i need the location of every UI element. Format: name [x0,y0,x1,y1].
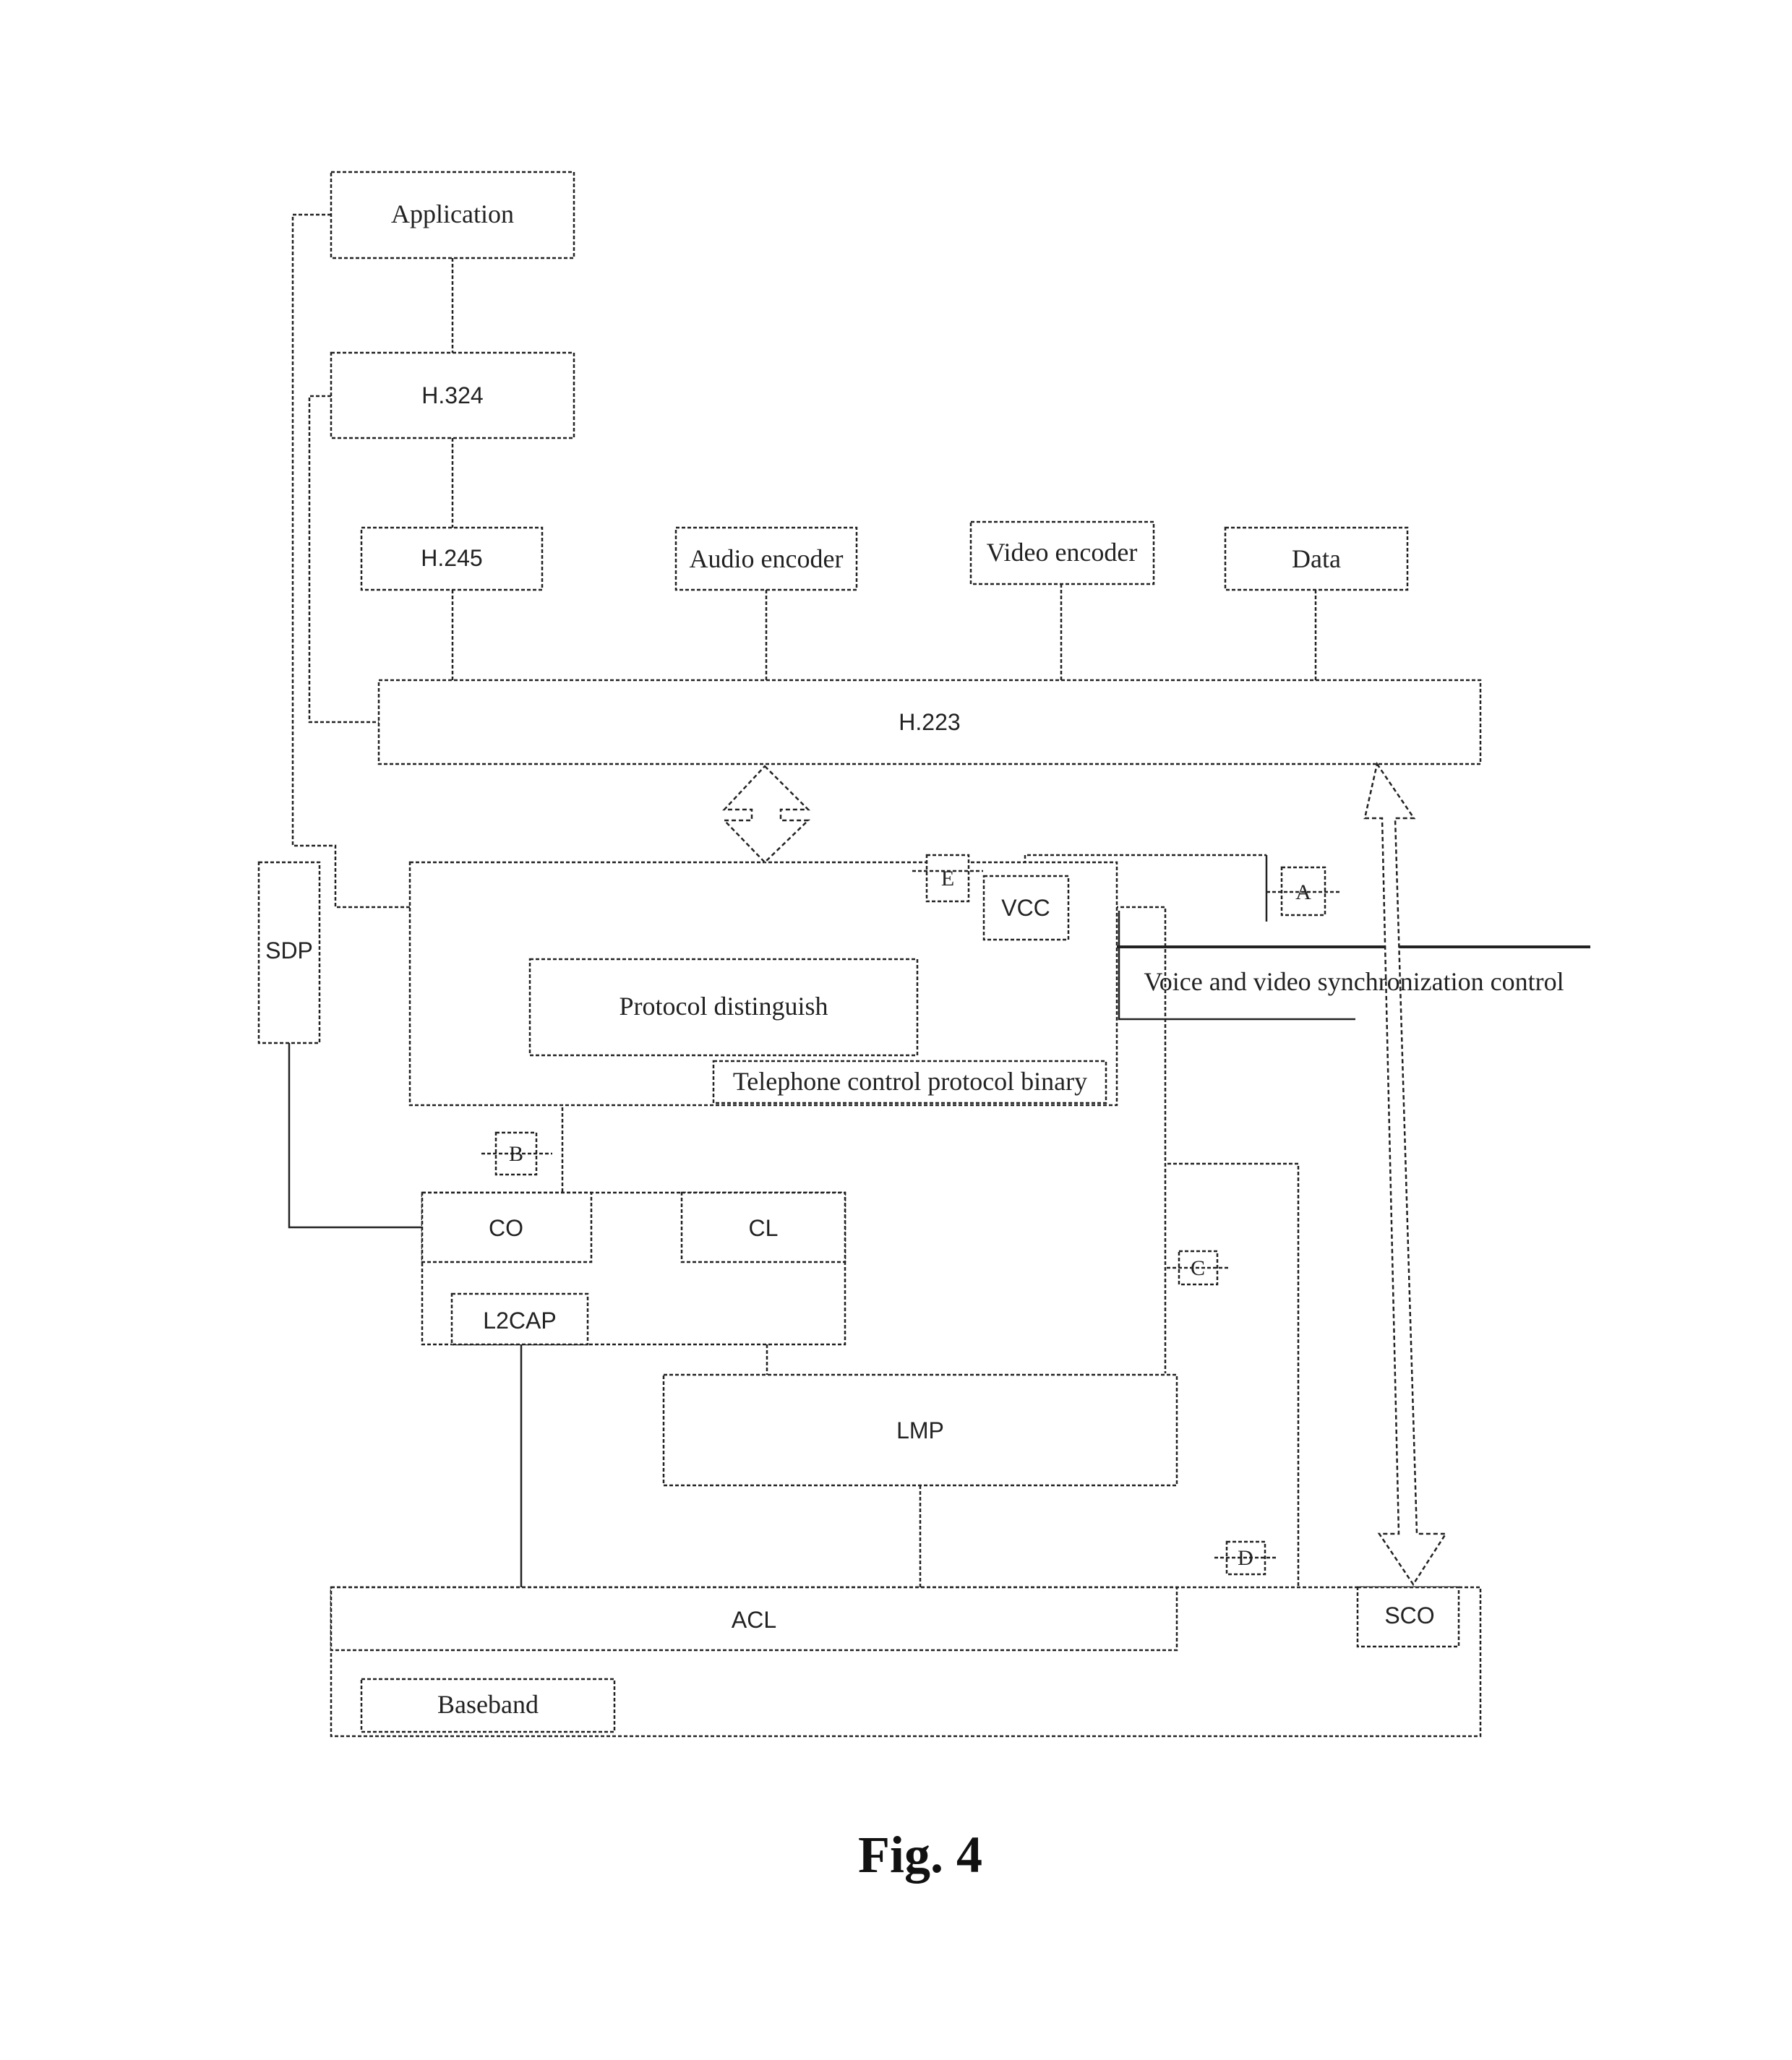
voice-video-sync-label: Voice and video synchronization control [1144,967,1564,996]
lmp-label: LMP [896,1417,944,1443]
protocol-distinguish-label: Protocol distinguish [619,992,828,1021]
h245-label: H.245 [421,545,482,571]
marker-e-label: E [941,867,954,890]
acl-label: ACL [732,1607,776,1633]
bidirectional-arrow-h223-tcs [722,765,811,864]
baseband-label: Baseband [437,1690,539,1719]
h324-label: H.324 [421,382,483,408]
marker-b-label: B [509,1142,523,1166]
data-label: Data [1292,544,1341,573]
sync-label-bracket [1118,911,1355,1021]
connector-d-path [1167,1162,1300,1587]
marker-a: A [1266,866,1341,917]
application-label: Application [391,199,514,228]
l2cap-label: L2CAP [483,1308,556,1334]
marker-b: B [481,1131,552,1176]
protocol-stack-diagram: E A B C D Application H.324 H.245 Audio … [257,171,1590,1884]
connector-sdp-co [288,1043,422,1229]
marker-c-label: C [1191,1256,1205,1280]
marker-d-label: D [1238,1546,1253,1570]
marker-c: C [1167,1250,1229,1286]
sco-label: SCO [1384,1602,1434,1628]
cl-label: CL [749,1215,779,1241]
figure-caption: Fig. 4 [858,1826,982,1884]
vcc-label: VCC [1001,895,1050,921]
marker-d: D [1214,1540,1278,1576]
co-label: CO [489,1215,523,1241]
sdp-label: SDP [265,937,313,964]
tcs-binary-label: Telephone control protocol binary [733,1067,1087,1096]
marker-a-label: A [1295,880,1311,904]
audio-encoder-label: Audio encoder [690,544,844,573]
bidirectional-arrow-h223-sco [1363,761,1448,1587]
video-encoder-label: Video encoder [987,538,1138,567]
h223-label: H.223 [899,709,960,735]
